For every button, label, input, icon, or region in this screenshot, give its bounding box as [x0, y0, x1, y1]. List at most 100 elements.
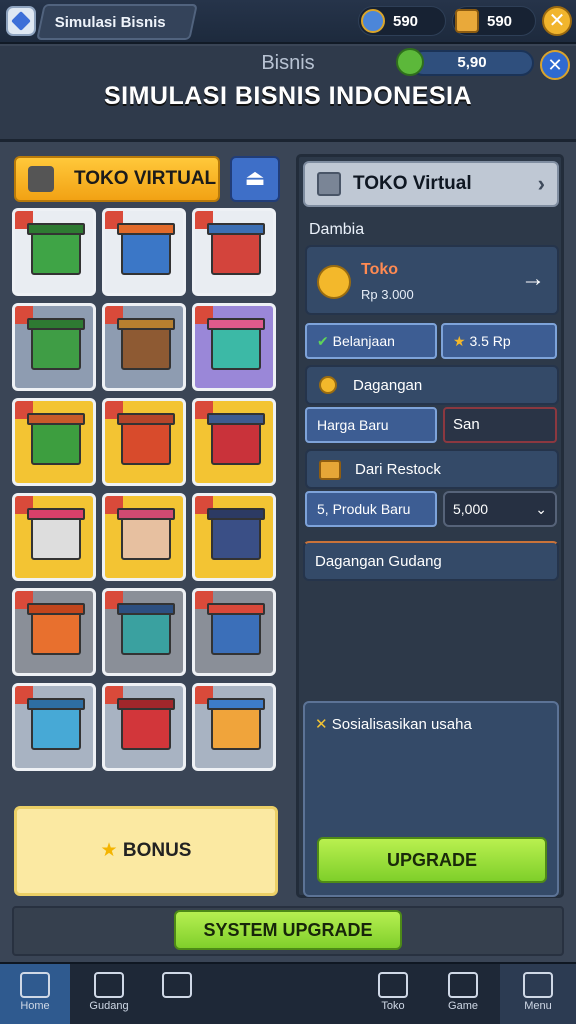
nav-home[interactable]: Home: [0, 964, 70, 1024]
section2-label: Dagangan Gudang: [315, 553, 442, 570]
roof-icon: [117, 698, 175, 710]
shop-building-icon: [121, 229, 171, 275]
tab-toko-virtual[interactable]: TOKO VIRTUAL: [14, 156, 220, 202]
chevron-right-icon: ›: [537, 171, 545, 196]
store-catalog: TOKO VIRTUAL ⏏ ★ BONUS: [8, 150, 290, 904]
field3-label: 5, Produk Baru: [317, 501, 411, 517]
roof-icon: [27, 318, 85, 330]
gold-counter[interactable]: 590: [452, 6, 536, 36]
roof-icon: [207, 223, 265, 235]
coin-icon: [361, 9, 385, 33]
chevron-down-icon: ⌄: [535, 501, 547, 517]
shop-building-icon: [211, 419, 261, 465]
nav-gudang[interactable]: Gudang: [74, 964, 144, 1024]
app-title: Simulasi Bisnis: [54, 14, 166, 31]
bonus-button[interactable]: ★ BONUS: [14, 806, 278, 896]
store-tile[interactable]: [12, 398, 96, 486]
gold-icon: [455, 9, 479, 33]
roof-icon: [27, 508, 85, 520]
gudang-section[interactable]: Dagangan Gudang: [303, 541, 559, 581]
store-tile[interactable]: [12, 493, 96, 581]
promo-title: Toko: [361, 261, 399, 278]
bonus-label: BONUS: [122, 840, 192, 861]
shop-building-icon: [31, 324, 81, 370]
roof-icon: [27, 698, 85, 710]
close-icon[interactable]: ✕: [542, 6, 572, 36]
shop-building-icon: [121, 419, 171, 465]
section-label: Dambia: [309, 221, 365, 238]
roof-icon: [207, 318, 265, 330]
spark-icon: ✕: [315, 716, 328, 733]
belanjaan-button[interactable]: ✔ Belanjaan: [305, 323, 437, 359]
shop-icon: [28, 166, 54, 192]
home-icon: [20, 972, 50, 998]
nav-home-label: Home: [20, 1000, 50, 1012]
dagangan-row[interactable]: Dagangan: [305, 365, 559, 405]
shop-building-icon: [211, 229, 261, 275]
store-tile[interactable]: [12, 588, 96, 676]
promo-card[interactable]: Toko Rp 3.000 →: [305, 245, 559, 315]
store-tile[interactable]: [192, 588, 276, 676]
store-tile[interactable]: [192, 398, 276, 486]
roof-icon: [117, 508, 175, 520]
name-input[interactable]: San: [443, 407, 557, 443]
upgrade-button[interactable]: UPGRADE: [317, 837, 547, 883]
product-field[interactable]: 5, Produk Baru: [305, 491, 437, 527]
warehouse-icon: [94, 972, 124, 998]
star-icon: ★: [100, 840, 118, 861]
store-tile[interactable]: [12, 208, 96, 296]
detail-panel: TOKO Virtual › Dambia Toko Rp 3.000 → ✔ …: [296, 154, 564, 898]
nav-menu-label: Menu: [524, 1000, 552, 1012]
store-tile[interactable]: [192, 683, 276, 771]
header-close-icon[interactable]: ✕: [540, 50, 570, 80]
roof-icon: [207, 508, 265, 520]
system-upgrade-button[interactable]: SYSTEM UPGRADE: [174, 910, 402, 950]
nav-game[interactable]: Game: [428, 964, 498, 1024]
shop-building-icon: [211, 324, 261, 370]
store-tile[interactable]: [192, 493, 276, 581]
roof-icon: [207, 413, 265, 425]
shop-building-icon: [211, 514, 261, 560]
notice-text: ✕ Sosialisasikan usaha: [315, 715, 472, 733]
nav-menu[interactable]: Menu: [500, 964, 576, 1024]
shop-building-icon: [31, 609, 81, 655]
app-logo-icon[interactable]: [6, 6, 36, 36]
store-tile[interactable]: [12, 683, 96, 771]
shop-building-icon: [211, 704, 261, 750]
store-tile[interactable]: [12, 303, 96, 391]
money-badge[interactable]: 5,90: [410, 50, 534, 76]
home-button[interactable]: ⏏: [230, 156, 280, 202]
btn1-label: Belanjaan: [332, 333, 395, 349]
quantity-select[interactable]: 5,000 ⌄: [443, 491, 557, 527]
btn2-label: 3.5 Rp: [469, 333, 511, 349]
store-tile[interactable]: [102, 208, 186, 296]
nav-toko[interactable]: Toko: [358, 964, 428, 1024]
coin-counter[interactable]: 590: [358, 6, 446, 36]
shop-building-icon: [121, 704, 171, 750]
gem-icon: [396, 48, 424, 76]
select-value: 5,000: [453, 501, 489, 517]
document-icon: [317, 172, 341, 196]
page-title: SIMULASI BISNIS INDONESIA: [103, 82, 473, 110]
check-icon: ✔: [317, 333, 329, 349]
nav-level[interactable]: [142, 964, 212, 1024]
header: Bisnis SIMULASI BISNIS INDONESIA 5,90 ✕: [0, 46, 576, 142]
panel-title-tab[interactable]: TOKO Virtual ›: [303, 161, 559, 207]
restock-row[interactable]: Dari Restock: [305, 449, 559, 489]
store-tile[interactable]: [102, 683, 186, 771]
shop-building-icon: [31, 419, 81, 465]
store-tile[interactable]: [102, 493, 186, 581]
nav-game-label: Game: [448, 1000, 478, 1012]
store-tile[interactable]: [102, 588, 186, 676]
coin-small-icon: [319, 376, 337, 394]
store-tile[interactable]: [102, 303, 186, 391]
app-title-tab[interactable]: Simulasi Bisnis: [36, 4, 198, 40]
roof-icon: [117, 223, 175, 235]
store-tile[interactable]: [192, 208, 276, 296]
price-button[interactable]: ★ 3.5 Rp: [441, 323, 557, 359]
shop-building-icon: [121, 514, 171, 560]
store-tile[interactable]: [192, 303, 276, 391]
row-label: Dagangan: [353, 377, 423, 394]
price-field[interactable]: Harga Baru: [305, 407, 437, 443]
store-tile[interactable]: [102, 398, 186, 486]
